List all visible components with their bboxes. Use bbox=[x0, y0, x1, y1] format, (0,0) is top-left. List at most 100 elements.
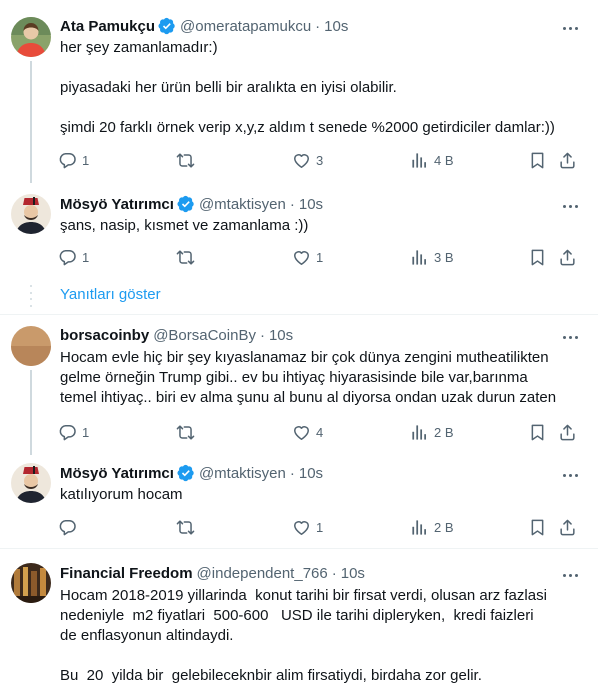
timestamp[interactable]: 10s bbox=[324, 18, 348, 35]
like-icon bbox=[292, 248, 311, 267]
retweet-icon bbox=[176, 151, 195, 170]
more-icon[interactable] bbox=[560, 329, 580, 345]
action-bar: 1 2 B bbox=[58, 517, 578, 537]
tweet-text: her şey zamanlamadır:) piyasadaki her ür… bbox=[60, 39, 555, 136]
like-button[interactable]: 1 bbox=[292, 517, 323, 537]
tweet-text: Hocam 2018-2019 yillarinda konut tarihi … bbox=[60, 587, 547, 684]
separator-dot: · bbox=[259, 326, 265, 344]
bookmark-icon bbox=[528, 518, 547, 537]
share-button[interactable] bbox=[558, 517, 582, 537]
retweet-icon bbox=[176, 248, 195, 267]
tweet[interactable]: Mösyö Yatırımcı @mtaktisyen · 10s katılı… bbox=[0, 455, 598, 547]
reply-button[interactable]: 1 bbox=[58, 422, 89, 442]
avatar[interactable] bbox=[11, 194, 51, 234]
action-bar: 1 1 3 B bbox=[58, 247, 578, 267]
reply-count: 1 bbox=[82, 249, 90, 265]
tweet-header: Mösyö Yatırımcı @mtaktisyen · 10s bbox=[60, 463, 323, 483]
author-handle[interactable]: @mtaktisyen bbox=[199, 196, 286, 213]
avatar[interactable] bbox=[11, 563, 51, 603]
action-bar: 1 3 4 B bbox=[58, 150, 578, 170]
tweet[interactable]: Financial Freedom @independent_766 · 10s… bbox=[0, 549, 598, 693]
verified-badge-icon bbox=[177, 195, 195, 213]
like-button[interactable]: 4 bbox=[292, 422, 323, 442]
tweet[interactable]: Ata Pamukçu @omeratapamukcu · 10s her şe… bbox=[0, 0, 598, 190]
reply-icon bbox=[58, 423, 77, 442]
bookmark-icon bbox=[528, 423, 547, 442]
views-icon bbox=[410, 518, 429, 537]
bookmark-icon bbox=[528, 151, 547, 170]
like-count: 1 bbox=[316, 519, 324, 535]
bookmark-button[interactable] bbox=[528, 150, 552, 170]
timestamp[interactable]: 10s bbox=[299, 465, 323, 482]
like-icon bbox=[292, 518, 311, 537]
reply-icon bbox=[58, 518, 77, 537]
retweet-icon bbox=[176, 423, 195, 442]
avatar[interactable] bbox=[11, 17, 51, 57]
retweet-button[interactable] bbox=[176, 150, 200, 170]
views-button[interactable]: 4 B bbox=[410, 150, 454, 170]
views-icon bbox=[410, 248, 429, 267]
like-count: 4 bbox=[316, 424, 324, 440]
like-count: 1 bbox=[316, 249, 324, 265]
more-icon[interactable] bbox=[560, 198, 580, 214]
thread-line bbox=[30, 370, 32, 455]
share-button[interactable] bbox=[558, 422, 582, 442]
more-icon[interactable] bbox=[560, 467, 580, 483]
show-replies-row[interactable]: Yanıtları göster bbox=[0, 285, 598, 307]
author-handle[interactable]: @omeratapamukcu bbox=[180, 18, 311, 35]
bookmark-button[interactable] bbox=[528, 422, 552, 442]
share-button[interactable] bbox=[558, 150, 582, 170]
thread-dots bbox=[29, 285, 33, 307]
timestamp[interactable]: 10s bbox=[299, 196, 323, 213]
retweet-button[interactable] bbox=[176, 422, 200, 442]
retweet-icon bbox=[176, 518, 195, 537]
bookmark-button[interactable] bbox=[528, 247, 552, 267]
retweet-button[interactable] bbox=[176, 517, 200, 537]
views-button[interactable]: 3 B bbox=[410, 247, 454, 267]
author-name[interactable]: borsacoinby bbox=[60, 327, 149, 344]
author-handle[interactable]: @independent_766 bbox=[197, 565, 328, 582]
views-count: 2 B bbox=[434, 519, 454, 535]
reply-icon bbox=[58, 151, 77, 170]
more-icon[interactable] bbox=[560, 567, 580, 583]
timestamp[interactable]: 10s bbox=[341, 565, 365, 582]
views-count: 2 B bbox=[434, 424, 454, 440]
reply-button[interactable]: 1 bbox=[58, 247, 89, 267]
share-icon bbox=[558, 518, 577, 537]
reply-button[interactable]: 1 bbox=[58, 150, 89, 170]
retweet-button[interactable] bbox=[176, 247, 200, 267]
like-button[interactable]: 1 bbox=[292, 247, 323, 267]
timestamp[interactable]: 10s bbox=[269, 327, 293, 344]
tweet-header: Mösyö Yatırımcı @mtaktisyen · 10s bbox=[60, 194, 323, 214]
author-name[interactable]: Mösyö Yatırımcı bbox=[60, 465, 174, 482]
like-icon bbox=[292, 151, 311, 170]
views-icon bbox=[410, 423, 429, 442]
tweet-text: katılıyorum hocam bbox=[60, 486, 183, 503]
verified-badge-icon bbox=[158, 17, 176, 35]
tweet-header: Ata Pamukçu @omeratapamukcu · 10s bbox=[60, 16, 348, 36]
tweet[interactable]: Mösyö Yatırımcı @mtaktisyen · 10s şans, … bbox=[0, 190, 598, 280]
like-button[interactable]: 3 bbox=[292, 150, 323, 170]
author-name[interactable]: Mösyö Yatırımcı bbox=[60, 196, 174, 213]
verified-badge-icon bbox=[177, 464, 195, 482]
reply-button[interactable] bbox=[58, 517, 82, 537]
avatar[interactable] bbox=[11, 463, 51, 503]
views-button[interactable]: 2 B bbox=[410, 422, 454, 442]
author-name[interactable]: Ata Pamukçu bbox=[60, 18, 155, 35]
share-icon bbox=[558, 151, 577, 170]
reply-icon bbox=[58, 248, 77, 267]
views-button[interactable]: 2 B bbox=[410, 517, 454, 537]
reply-count: 1 bbox=[82, 152, 90, 168]
author-handle[interactable]: @BorsaCoinBy bbox=[153, 327, 256, 344]
share-button[interactable] bbox=[558, 247, 582, 267]
avatar[interactable] bbox=[11, 326, 51, 366]
bookmark-button[interactable] bbox=[528, 517, 552, 537]
author-name[interactable]: Financial Freedom bbox=[60, 565, 193, 582]
thread-line bbox=[30, 61, 32, 183]
author-handle[interactable]: @mtaktisyen bbox=[199, 465, 286, 482]
tweet[interactable]: borsacoinby @BorsaCoinBy · 10s Hocam evl… bbox=[0, 315, 598, 455]
views-count: 3 B bbox=[434, 249, 454, 265]
tweet-header: Financial Freedom @independent_766 · 10s bbox=[60, 563, 365, 583]
more-icon[interactable] bbox=[560, 20, 580, 36]
show-replies-link[interactable]: Yanıtları göster bbox=[60, 286, 161, 303]
